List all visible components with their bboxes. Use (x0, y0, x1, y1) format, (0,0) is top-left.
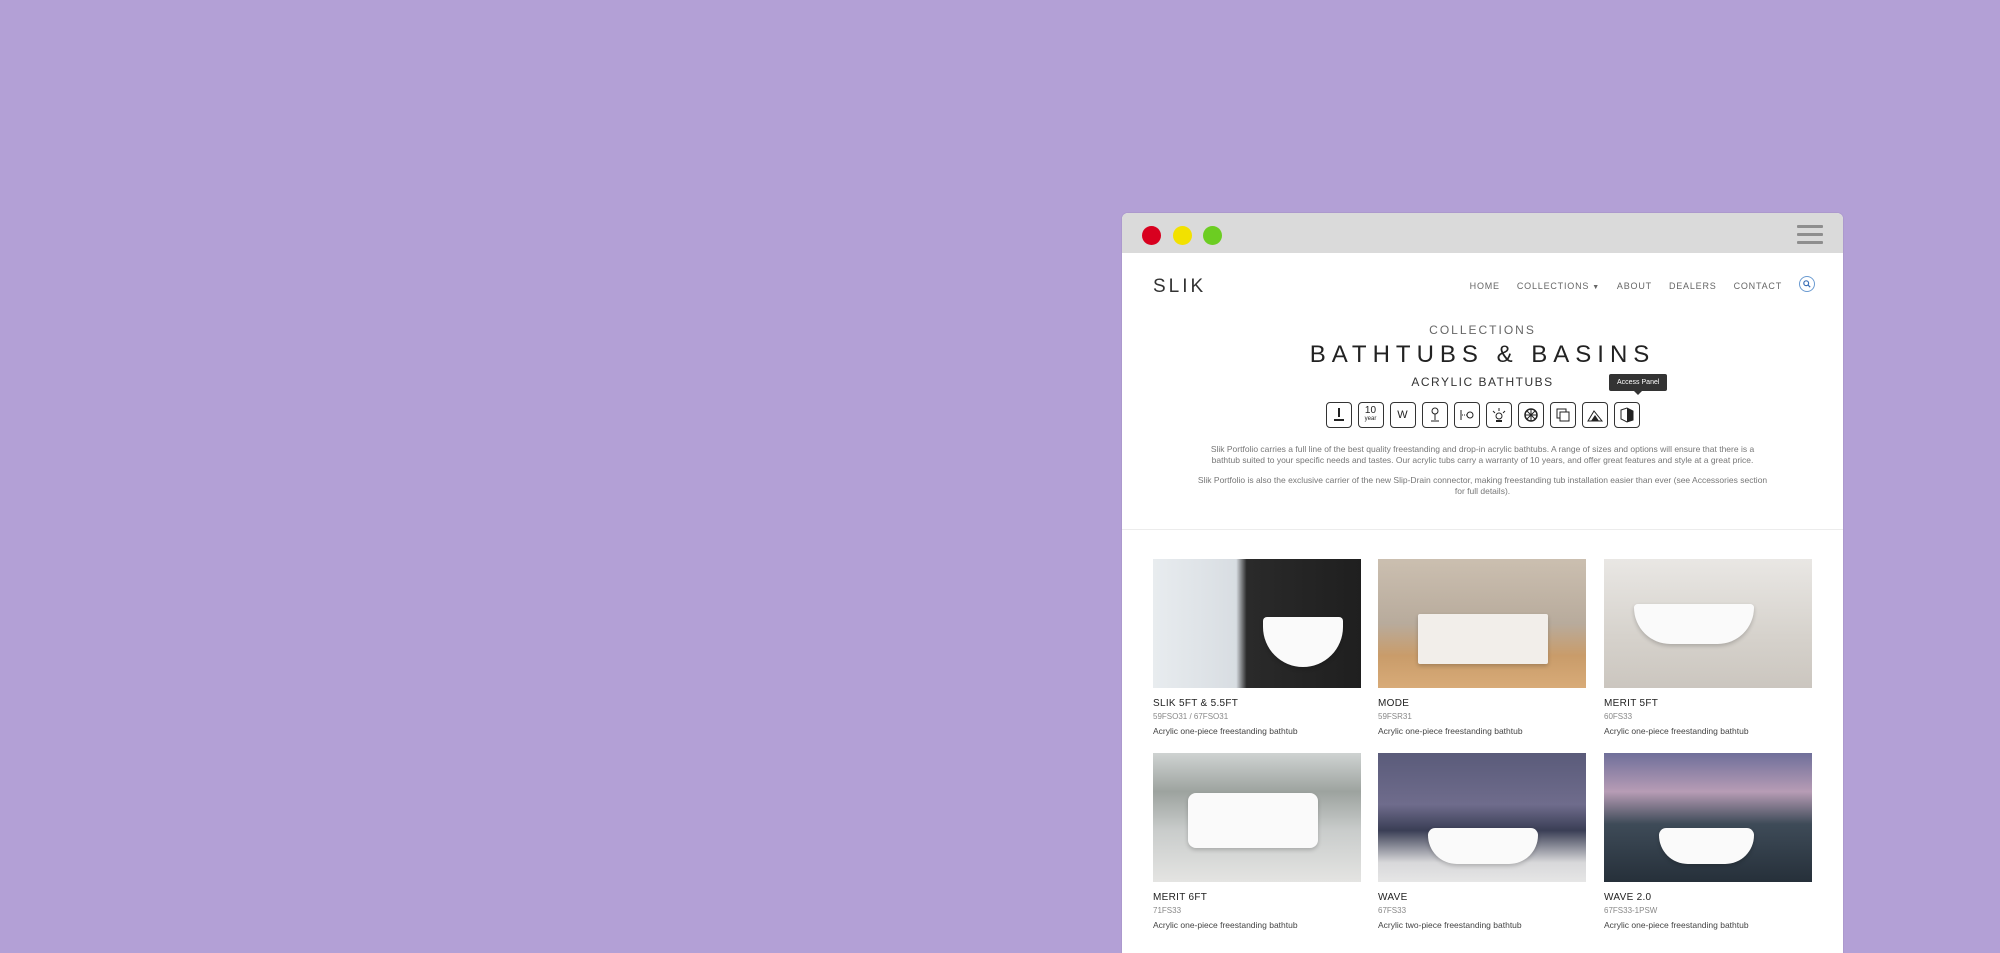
site-header: SLIK HOME COLLECTIONS ▼ ABOUT DEALERS CON… (1122, 253, 1843, 313)
jet-icon[interactable] (1517, 402, 1544, 428)
window-titlebar (1122, 213, 1843, 253)
site-logo[interactable]: SLIK (1153, 276, 1206, 298)
product-name[interactable]: WAVE 2.0 (1604, 892, 1812, 903)
product-card[interactable]: WAVE 2.0 67FS33-1PSW Acrylic one-piece f… (1604, 753, 1812, 930)
light-icon[interactable] (1485, 402, 1512, 428)
product-description: Acrylic one-piece freestanding bathtub (1153, 920, 1298, 930)
main-nav: HOME COLLECTIONS ▼ ABOUT DEALERS CONTACT (1453, 276, 1815, 292)
product-name[interactable]: WAVE (1378, 892, 1586, 903)
product-description: Acrylic one-piece freestanding bathtub (1604, 726, 1749, 736)
drain-icon[interactable] (1421, 402, 1448, 428)
product-image[interactable] (1378, 559, 1586, 688)
product-image[interactable] (1604, 559, 1812, 688)
product-card[interactable]: MODE 59FSR31 Acrylic one-piece freestand… (1378, 559, 1586, 736)
close-window-button[interactable] (1142, 226, 1161, 245)
description-paragraph: Slik Portfolio is also the exclusive car… (1197, 475, 1768, 496)
product-code: 67FS33-1PSW (1604, 906, 1658, 915)
w-icon[interactable]: W (1389, 402, 1416, 428)
freestanding-icon[interactable] (1325, 402, 1352, 428)
product-name[interactable]: MERIT 5FT (1604, 698, 1812, 709)
overflow-icon[interactable] (1453, 402, 1480, 428)
collections-label: COLLECTIONS (1429, 323, 1536, 337)
maximize-window-button[interactable] (1203, 226, 1222, 245)
product-card[interactable]: WAVE 67FS33 Acrylic two-piece freestandi… (1378, 753, 1586, 930)
search-icon[interactable] (1799, 276, 1815, 292)
product-code: 67FS33 (1378, 906, 1407, 915)
product-image[interactable] (1153, 559, 1361, 688)
minimize-window-button[interactable] (1173, 226, 1192, 245)
product-code: 60FS33 (1604, 712, 1633, 721)
nav-contact[interactable]: CONTACT (1734, 281, 1782, 291)
product-code: 59FSR31 (1378, 712, 1412, 721)
product-name[interactable]: MODE (1378, 698, 1586, 709)
nav-collections[interactable]: COLLECTIONS ▼ (1517, 281, 1600, 291)
product-card[interactable]: SLIK 5FT & 5.5FT 59FSO31 / 67FSO31 Acryl… (1153, 559, 1361, 736)
nav-home[interactable]: HOME (1470, 281, 1500, 291)
browser-window: SLIK HOME COLLECTIONS ▼ ABOUT DEALERS CON… (1122, 213, 1843, 953)
product-name[interactable]: SLIK 5FT & 5.5FT (1153, 698, 1361, 709)
tooltip: Access Panel (1609, 374, 1668, 395)
description-paragraph: Slik Portfolio carries a full line of th… (1210, 444, 1755, 465)
product-description: Acrylic one-piece freestanding bathtub (1378, 726, 1523, 736)
product-code: 71FS33 (1153, 906, 1182, 915)
section-divider (1122, 529, 1843, 530)
nav-dealers[interactable]: DEALERS (1669, 281, 1717, 291)
page-subtitle: ACRYLIC BATHTUBS (1411, 375, 1554, 389)
product-code: 59FSO31 / 67FSO31 (1153, 712, 1229, 721)
product-image[interactable] (1378, 753, 1586, 882)
page-title: BATHTUBS & BASINS (1309, 341, 1656, 368)
product-description: Acrylic one-piece freestanding bathtub (1604, 920, 1749, 930)
product-card[interactable]: MERIT 6FT 71FS33 Acrylic one-piece frees… (1153, 753, 1361, 930)
double-icon[interactable] (1549, 402, 1576, 428)
product-card[interactable]: MERIT 5FT 60FS33 Acrylic one-piece frees… (1604, 559, 1812, 736)
product-image[interactable] (1604, 753, 1812, 882)
nav-about[interactable]: ABOUT (1617, 281, 1652, 291)
access-panel-icon[interactable] (1613, 402, 1640, 428)
hero-section: COLLECTIONS BATHTUBS & BASINS ACRYLIC BA… (1122, 323, 1843, 497)
product-description: Acrylic one-piece freestanding bathtub (1153, 726, 1298, 736)
product-description: Acrylic two-piece freestanding bathtub (1378, 920, 1522, 930)
warranty-unit: year (1364, 416, 1377, 422)
hamburger-menu-icon[interactable] (1797, 225, 1823, 245)
warranty-icon[interactable]: 10 year (1357, 402, 1384, 428)
collection-description: Slik Portfolio carries a full line of th… (1198, 444, 1768, 497)
slope-icon[interactable] (1581, 402, 1608, 428)
nav-collections-label: COLLECTIONS (1516, 280, 1590, 291)
product-name[interactable]: MERIT 6FT (1153, 892, 1361, 903)
caret-down-icon: ▼ (1592, 283, 1600, 291)
product-image[interactable] (1153, 753, 1361, 882)
feature-icons: Access Panel 10 year W (1122, 374, 1843, 428)
